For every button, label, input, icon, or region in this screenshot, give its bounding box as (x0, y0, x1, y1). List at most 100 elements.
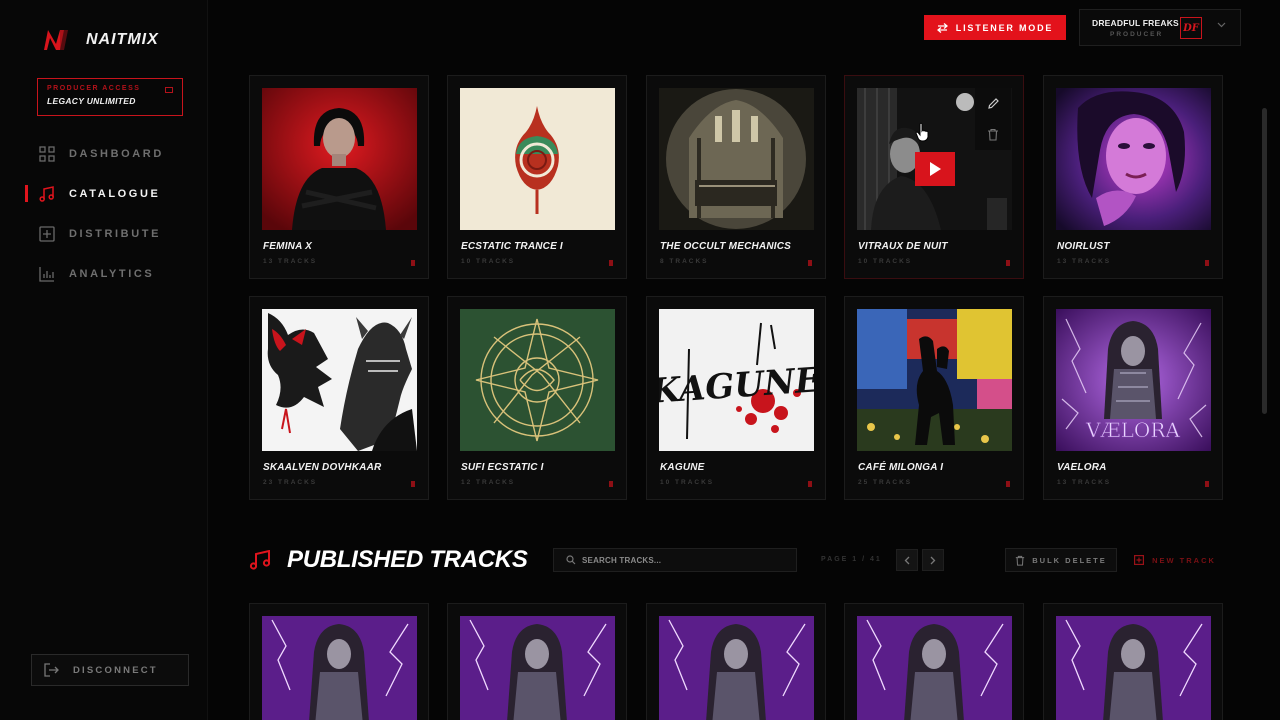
album-card[interactable]: SUFI ECSTATIC I 12 TRACKS (447, 296, 627, 500)
album-card[interactable]: KAGUNE KAGUNE 10 TRACKS (646, 296, 826, 500)
sidebar-item-label: DASHBOARD (69, 148, 164, 160)
status-marker (1205, 260, 1209, 266)
album-title: ECSTATIC TRANCE I (461, 241, 563, 252)
track-card[interactable] (249, 603, 429, 720)
status-marker (1205, 481, 1209, 487)
track-count: 10 TRACKS (858, 258, 913, 265)
track-cover (1056, 616, 1211, 720)
sidebar: NAITMIX PRODUCER ACCESS LEGACY UNLIMITED… (0, 0, 208, 720)
next-page-button[interactable] (922, 549, 944, 571)
music-note-icon (249, 550, 271, 570)
album-card[interactable]: ECSTATIC TRANCE I 10 TRACKS (447, 75, 627, 279)
sidebar-item-distribute[interactable]: DISTRIBUTE (0, 214, 208, 254)
track-count: 25 TRACKS (858, 479, 913, 486)
album-title: VAELORA (1057, 462, 1107, 473)
album-cover (857, 309, 1012, 451)
track-card[interactable] (1043, 603, 1223, 720)
album-cover (1056, 88, 1211, 230)
track-count: 23 TRACKS (263, 479, 318, 486)
published-tracks-header: PUBLISHED TRACKS SEARCH TRACKS... PAGE 1… (249, 540, 1224, 580)
album-title: FEMINA X (263, 241, 313, 252)
access-plan: LEGACY UNLIMITED (47, 96, 136, 106)
track-count: 13 TRACKS (1057, 479, 1112, 486)
album-card[interactable]: SKAALVEN DOVHKAAR 23 TRACKS (249, 296, 429, 500)
status-marker (1006, 481, 1010, 487)
card-actions (975, 88, 1011, 150)
album-card[interactable]: NOIRLUST 13 TRACKS (1043, 75, 1223, 279)
album-card[interactable]: VÆLORA VAELORA 13 TRACKS (1043, 296, 1223, 500)
track-count: 10 TRACKS (461, 258, 516, 265)
play-button[interactable] (915, 152, 955, 186)
album-title: SUFI ECSTATIC I (461, 462, 544, 473)
page-indicator: PAGE 1 / 41 (821, 556, 882, 563)
album-title: CAFÉ MILONGA I (858, 462, 944, 473)
brand[interactable]: NAITMIX (42, 28, 159, 52)
card-icon (165, 87, 173, 93)
plus-square-icon (1134, 555, 1145, 565)
status-marker (411, 260, 415, 266)
grid-icon (38, 146, 55, 163)
status-marker (609, 481, 613, 487)
new-track-label: NEW TRACK (1152, 555, 1216, 565)
delete-button[interactable] (975, 119, 1011, 150)
search-input[interactable]: SEARCH TRACKS... (553, 548, 797, 572)
album-cover (262, 88, 417, 230)
album-card[interactable]: FEMINA X 13 TRACKS (249, 75, 429, 279)
status-marker (609, 260, 613, 266)
pencil-icon (987, 98, 999, 109)
disconnect-label: DISCONNECT (73, 664, 158, 676)
album-cover (659, 88, 814, 230)
access-title: PRODUCER ACCESS (47, 85, 141, 92)
album-card[interactable]: CAFÉ MILONGA I 25 TRACKS (844, 296, 1024, 500)
bulk-delete-label: BULK DELETE (1032, 555, 1107, 565)
naitmix-logo-icon (44, 30, 68, 50)
new-track-button[interactable]: NEW TRACK (1126, 548, 1224, 572)
track-count: 13 TRACKS (263, 258, 318, 265)
album-title: THE OCCULT MECHANICS (660, 241, 792, 252)
brand-name: NAITMIX (86, 31, 159, 48)
trash-icon (1016, 555, 1025, 566)
prev-page-button[interactable] (896, 549, 918, 571)
track-cover (460, 616, 615, 720)
edit-button[interactable] (975, 88, 1011, 119)
trash-icon (988, 128, 998, 141)
sidebar-item-label: CATALOGUE (69, 188, 161, 200)
status-marker (808, 481, 812, 487)
track-card[interactable] (844, 603, 1024, 720)
sidebar-item-analytics[interactable]: ANALYTICS (0, 254, 208, 294)
album-title: KAGUNE (660, 462, 705, 473)
producer-access-badge: PRODUCER ACCESS LEGACY UNLIMITED (37, 78, 183, 116)
search-placeholder: SEARCH TRACKS... (582, 555, 662, 565)
album-title: VITRAUX DE NUIT (858, 241, 948, 252)
track-card[interactable] (447, 603, 627, 720)
status-marker (808, 260, 812, 266)
chevron-right-icon (930, 556, 936, 564)
sidebar-item-label: DISTRIBUTE (69, 228, 161, 240)
album-cover (460, 88, 615, 230)
album-card[interactable]: THE OCCULT MECHANICS 8 TRACKS (646, 75, 826, 279)
sidebar-item-dashboard[interactable]: DASHBOARD (0, 134, 208, 174)
track-cover (857, 616, 1012, 720)
scrollbar-thumb[interactable] (1262, 108, 1267, 414)
logout-icon (44, 663, 59, 677)
album-card[interactable]: VITRAUX DE NUIT 10 TRACKS (844, 75, 1024, 279)
album-cover: VÆLORA (1056, 309, 1211, 451)
track-card[interactable] (646, 603, 826, 720)
vaelora-art-text: VÆLORA (1085, 418, 1180, 442)
bar-chart-icon (38, 266, 55, 283)
bulk-delete-button[interactable]: BULK DELETE (1005, 548, 1117, 572)
track-cover (262, 616, 417, 720)
sidebar-item-label: ANALYTICS (69, 268, 155, 280)
search-icon (566, 555, 576, 565)
plus-square-icon (38, 226, 55, 243)
track-cover (659, 616, 814, 720)
disconnect-button[interactable]: DISCONNECT (31, 654, 189, 686)
main-content: FEMINA X 13 TRACKS ECSTATIC TRANCE I 10 … (208, 0, 1280, 720)
track-count: 8 TRACKS (660, 258, 709, 265)
music-note-icon (38, 186, 55, 203)
sidebar-item-catalogue[interactable]: CATALOGUE (0, 174, 208, 214)
album-cover (460, 309, 615, 451)
status-marker (1006, 260, 1010, 266)
hand-cursor-icon (915, 122, 929, 142)
track-count: 13 TRACKS (1057, 258, 1112, 265)
